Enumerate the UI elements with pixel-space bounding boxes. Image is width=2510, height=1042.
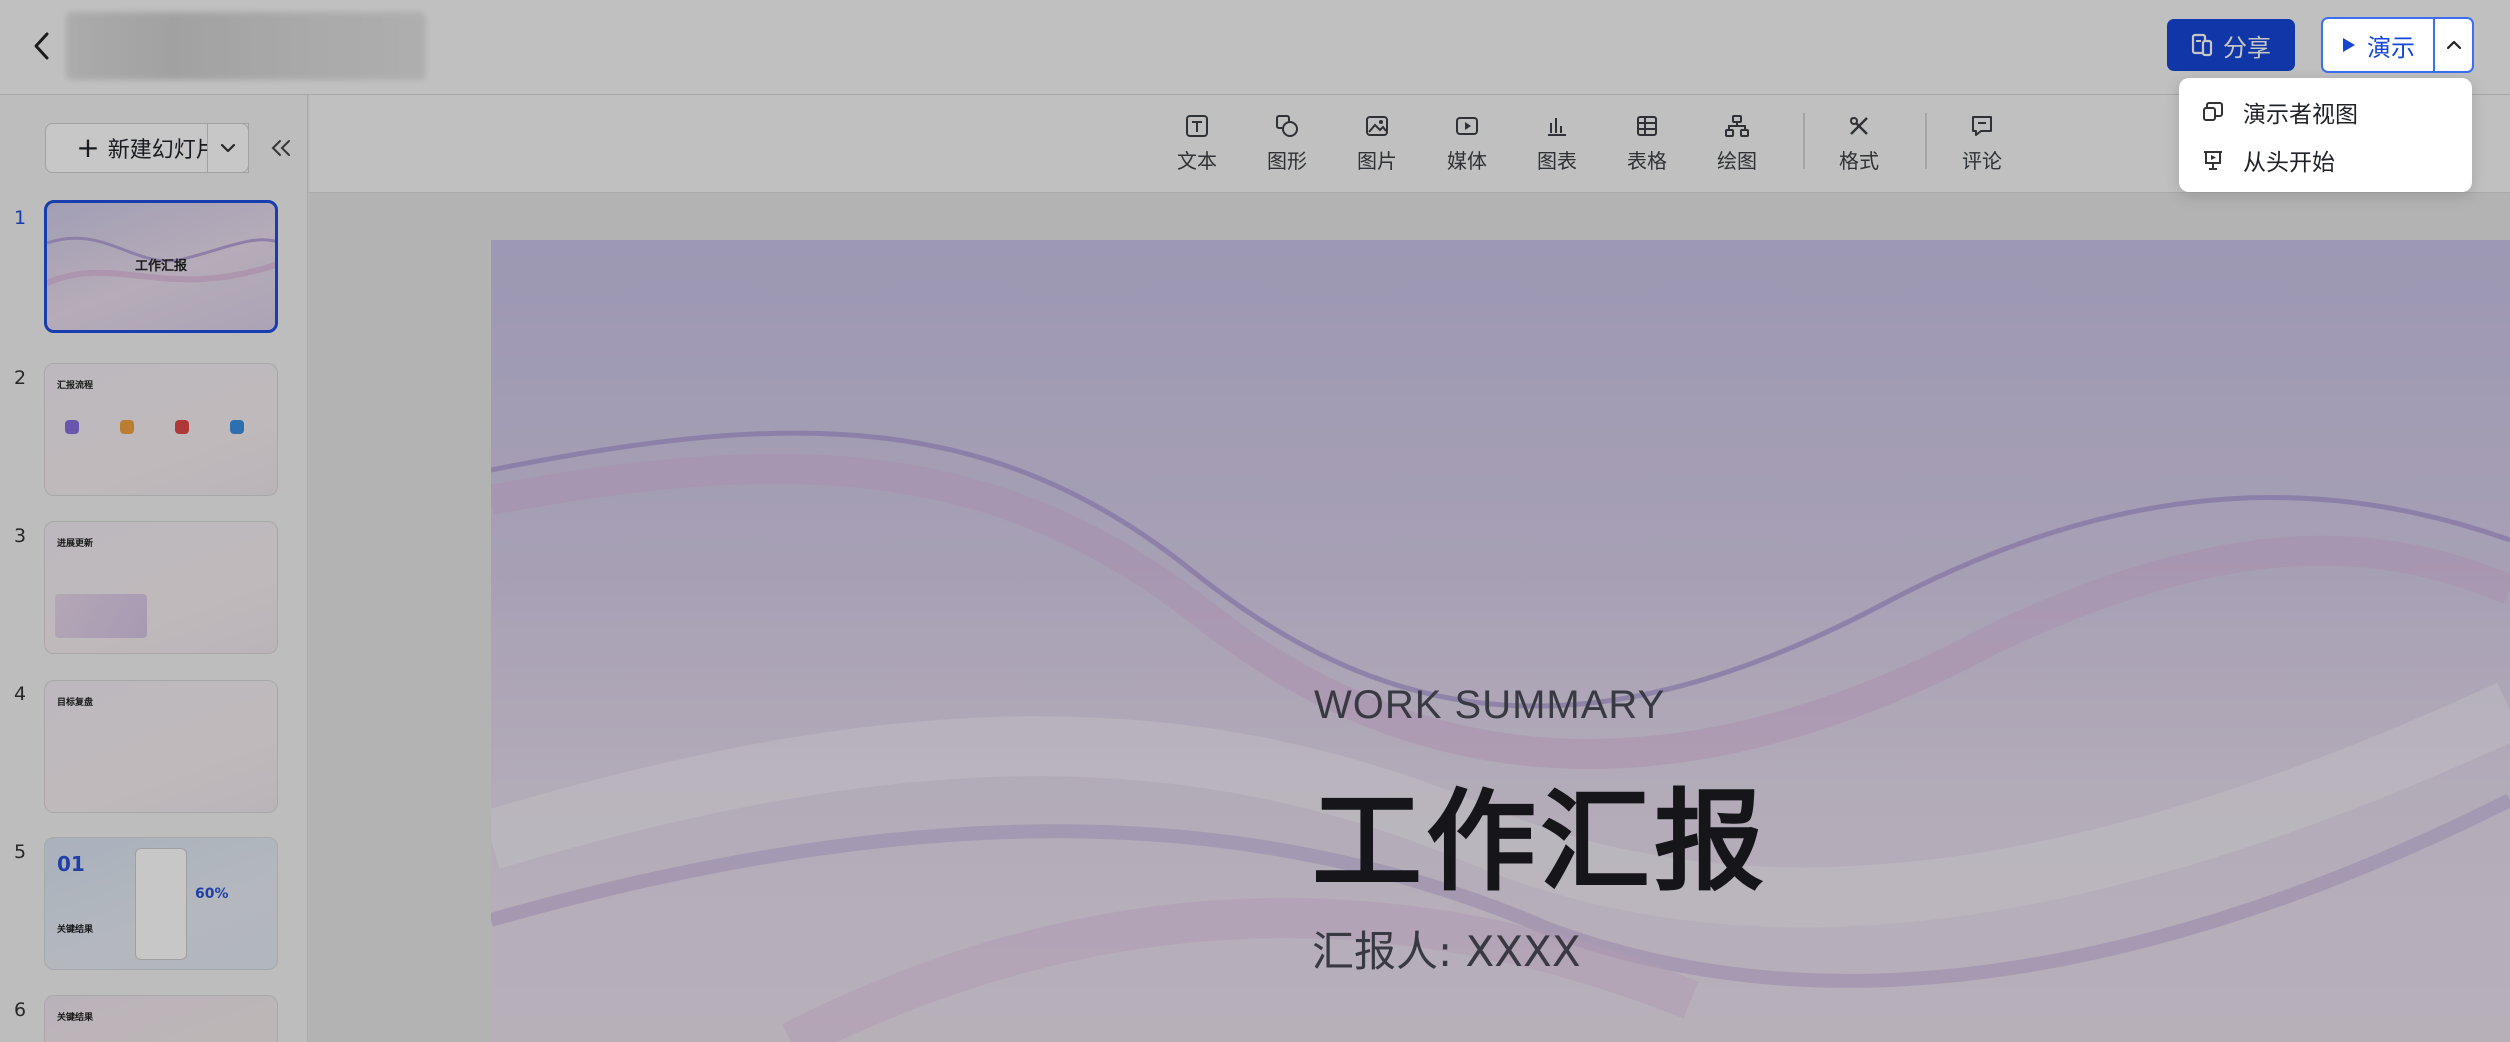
comment-icon bbox=[1972, 116, 1992, 136]
image-icon bbox=[1366, 116, 1388, 136]
slide-sidebar: + 新建幻灯片 1 工作汇报 2 汇报流程 3 进展更新 4 目标复盘 5 01… bbox=[0, 95, 308, 1042]
slide-number: 3 bbox=[14, 525, 27, 547]
chevron-up-icon bbox=[2446, 40, 2461, 50]
shape-icon bbox=[1276, 115, 1298, 137]
collapse-sidebar-button[interactable] bbox=[266, 131, 296, 165]
thumb-percent: 60% bbox=[195, 886, 229, 902]
text-tool[interactable]: 文本 bbox=[1162, 113, 1232, 177]
tool-label: 图表 bbox=[1537, 149, 1577, 173]
slide-subtitle: WORK SUMMARY bbox=[1314, 683, 1666, 727]
tool-label: 媒体 bbox=[1447, 149, 1487, 173]
slide-number: 6 bbox=[14, 999, 27, 1021]
thumb-icon bbox=[120, 420, 134, 434]
thumb-number: 01 bbox=[57, 852, 85, 876]
tool-label: 评论 bbox=[1962, 149, 2002, 173]
toolbar-divider bbox=[1803, 113, 1805, 169]
new-slide-dropdown-button[interactable] bbox=[207, 123, 249, 173]
thumb-label: 关键结果 bbox=[57, 925, 94, 935]
tool-label: 表格 bbox=[1627, 149, 1667, 173]
present-button-group: 演示 bbox=[2321, 17, 2474, 73]
thumb-title: 汇报流程 bbox=[57, 381, 94, 391]
tool-label: 文本 bbox=[1177, 149, 1217, 173]
present-options-toggle[interactable] bbox=[2433, 17, 2474, 73]
thumb-title: 关键结果 bbox=[57, 1013, 94, 1023]
media-tool[interactable]: 媒体 bbox=[1432, 113, 1502, 177]
thumb-phone bbox=[135, 848, 187, 960]
slide-thumbnail-5[interactable]: 01 关键结果 60% bbox=[44, 837, 278, 970]
play-icon bbox=[2343, 38, 2355, 52]
share-label: 分享 bbox=[2223, 33, 2271, 62]
tool-label: 图片 bbox=[1357, 149, 1397, 173]
slide-thumbnail-2[interactable]: 汇报流程 bbox=[44, 363, 278, 496]
present-label: 演示 bbox=[2367, 33, 2415, 62]
table-icon bbox=[1637, 116, 1657, 136]
thumb-title: 工作汇报 bbox=[135, 259, 188, 274]
chevron-down-icon bbox=[220, 143, 236, 153]
menu-item-label: 从头开始 bbox=[2243, 150, 2335, 176]
share-doc-icon bbox=[2191, 33, 2213, 57]
menu-item-presenter-view[interactable]: 演示者视图 bbox=[2179, 88, 2472, 136]
shape-tool[interactable]: 图形 bbox=[1252, 113, 1322, 177]
menu-item-start-from-beginning[interactable]: 从头开始 bbox=[2179, 136, 2472, 184]
comment-tool[interactable]: 评论 bbox=[1947, 113, 2017, 177]
text-icon bbox=[1186, 115, 1208, 137]
tool-label: 格式 bbox=[1839, 149, 1879, 173]
start-from-beginning-icon bbox=[2204, 151, 2222, 170]
slide-number: 5 bbox=[14, 841, 27, 863]
slide-thumbnail-3[interactable]: 进展更新 bbox=[44, 521, 278, 654]
chart-icon bbox=[1548, 118, 1566, 136]
slide-thumbnail-4[interactable]: 目标复盘 bbox=[44, 680, 278, 813]
top-bar: 分享 bbox=[0, 0, 2510, 95]
thumb-icon bbox=[230, 420, 244, 434]
table-tool[interactable]: 表格 bbox=[1612, 113, 1682, 177]
tool-label: 绘图 bbox=[1717, 149, 1757, 173]
chevron-left-icon bbox=[34, 32, 49, 60]
media-icon bbox=[1456, 117, 1478, 135]
menu-item-label: 演示者视图 bbox=[2243, 102, 2358, 128]
tool-label: 图形 bbox=[1267, 149, 1307, 173]
share-button[interactable]: 分享 bbox=[2167, 19, 2295, 71]
thumb-image bbox=[55, 594, 147, 638]
thumb-icon bbox=[65, 420, 79, 434]
thumb-icon bbox=[175, 420, 189, 434]
thumb-title: 目标复盘 bbox=[57, 698, 94, 708]
document-title-blurred bbox=[66, 12, 426, 80]
double-chevron-left-icon bbox=[271, 140, 290, 156]
format-icon bbox=[1850, 117, 1868, 135]
slide-number: 4 bbox=[14, 683, 27, 705]
present-button[interactable]: 演示 bbox=[2321, 17, 2433, 73]
back-button[interactable] bbox=[22, 26, 62, 66]
slide-number: 1 bbox=[14, 207, 27, 229]
image-tool[interactable]: 图片 bbox=[1342, 113, 1412, 177]
diagram-icon bbox=[1725, 115, 1749, 137]
format-tool[interactable]: 格式 bbox=[1824, 113, 1894, 177]
present-options-menu: 演示者视图 从头开始 bbox=[2179, 78, 2472, 192]
plus-icon: + bbox=[76, 131, 100, 164]
toolbar-divider bbox=[1925, 113, 1927, 169]
chart-tool[interactable]: 图表 bbox=[1522, 113, 1592, 177]
slide-reporter: 汇报人: XXXX bbox=[1312, 927, 1581, 976]
new-slide-label: 新建幻灯片 bbox=[107, 138, 218, 163]
slide-thumbnail-1[interactable]: 工作汇报 bbox=[44, 200, 278, 333]
slide-title: 工作汇报 bbox=[1312, 778, 1768, 906]
thumb-title: 进展更新 bbox=[57, 539, 94, 549]
presenter-view-icon bbox=[2203, 102, 2223, 121]
slide-number: 2 bbox=[14, 367, 27, 389]
slide-thumbnail-6[interactable]: 关键结果 bbox=[44, 995, 278, 1042]
diagram-tool[interactable]: 绘图 bbox=[1702, 113, 1772, 177]
